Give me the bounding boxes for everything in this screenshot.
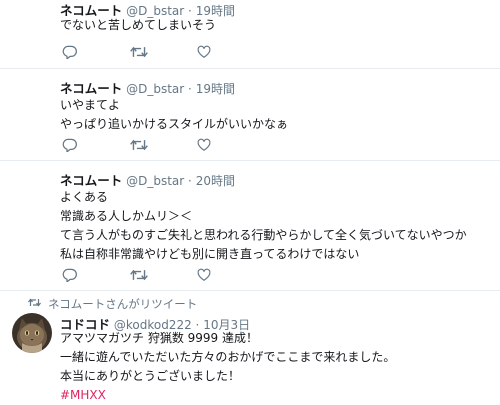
tweet-header: ネコムート @D_bstar · 19時間 (60, 78, 235, 97)
avatar[interactable] (12, 313, 52, 353)
reply-icon (62, 138, 77, 152)
reply-button[interactable] (60, 267, 78, 283)
tweet-text: いやまてよ やっぱり追いかけるスタイルがいいかなぁ (60, 96, 288, 134)
author-name[interactable]: ネコムート (60, 173, 122, 188)
reply-icon (62, 268, 77, 282)
tweet-text-line: 本当にありがとうございました！ (60, 369, 241, 383)
like-button[interactable] (195, 267, 213, 283)
tweet-text: でないと苦しめてしまいそう (60, 16, 216, 35)
reply-icon (62, 45, 77, 59)
author-handle[interactable]: @D_bstar (126, 82, 184, 96)
tweet-text: アマツマガツチ 狩猟数 9999 達成！ 一緒に遊んでいただいた方々のおかげでこ… (60, 329, 395, 405)
heart-icon (197, 268, 211, 281)
heart-icon (197, 138, 211, 151)
tweet-actions (60, 267, 230, 283)
tweet-timestamp[interactable]: 20時間 (196, 174, 235, 188)
retweet-icon (130, 46, 148, 58)
retweet-button[interactable] (130, 137, 148, 153)
tweet-text-line: アマツマガツチ 狩猟数 9999 達成！ (60, 331, 258, 345)
like-button[interactable] (195, 44, 213, 60)
reply-button[interactable] (60, 137, 78, 153)
retweet-icon (130, 139, 148, 151)
tweet-text-line: て言う人がものすご失礼と思われる行動やらかして全く気づいてないやつか (60, 228, 467, 242)
hashtag-link[interactable]: #MHXX (60, 386, 395, 405)
like-button[interactable] (195, 137, 213, 153)
tweet-text-line: よくある (60, 190, 109, 204)
tweet-actions (60, 137, 230, 153)
retweet-button[interactable] (130, 267, 148, 283)
heart-icon (197, 45, 211, 58)
retweet-button[interactable] (130, 44, 148, 60)
reply-button[interactable] (60, 44, 78, 60)
tweet-timestamp[interactable]: 19時間 (196, 82, 235, 96)
tweet-text-line: いやまてよ (60, 98, 121, 112)
retweet-icon (130, 269, 148, 281)
tweet-actions (60, 44, 230, 60)
retweet-icon (28, 298, 41, 307)
author-name[interactable]: ネコムート (60, 81, 122, 96)
author-handle[interactable]: @D_bstar (126, 174, 184, 188)
tweet[interactable]: ネコムート @D_bstar · 20時間 よくある 常識ある人しかムリ＞＜ て… (0, 161, 500, 291)
tweet[interactable]: ネコムート @D_bstar · 19時間 いやまてよ やっぱり追いかけるスタイ… (0, 69, 500, 161)
tweet-text-line: 常識ある人しかムリ＞＜ (60, 209, 193, 223)
tweet-text: よくある 常識ある人しかムリ＞＜ て言う人がものすご失礼と思われる行動やらかして… (60, 188, 467, 264)
tweet-text-line: 一緒に遊んでいただいた方々のおかげでここまで来れました。 (60, 350, 396, 364)
tweet[interactable]: ネコムートさんがリツイート コドコド @kodkod222 · 10月3日 アマ… (0, 291, 500, 402)
tweet-text-line: でないと苦しめてしまいそう (60, 18, 217, 32)
tweet[interactable]: ネコムート @D_bstar · 19時間 でないと苦しめてしまいそう (0, 0, 500, 69)
separator-dot: · (188, 174, 192, 188)
tweet-text-line: 私は自称非常識やけども別に開き直ってるわけではない (60, 247, 360, 261)
retweet-context-label[interactable]: ネコムートさんがリツイート (48, 296, 197, 312)
separator-dot: · (188, 82, 192, 96)
cat-avatar-image (12, 313, 52, 353)
tweet-text-line: やっぱり追いかけるスタイルがいいかなぁ (60, 117, 289, 131)
tweet-header: ネコムート @D_bstar · 20時間 (60, 170, 235, 189)
